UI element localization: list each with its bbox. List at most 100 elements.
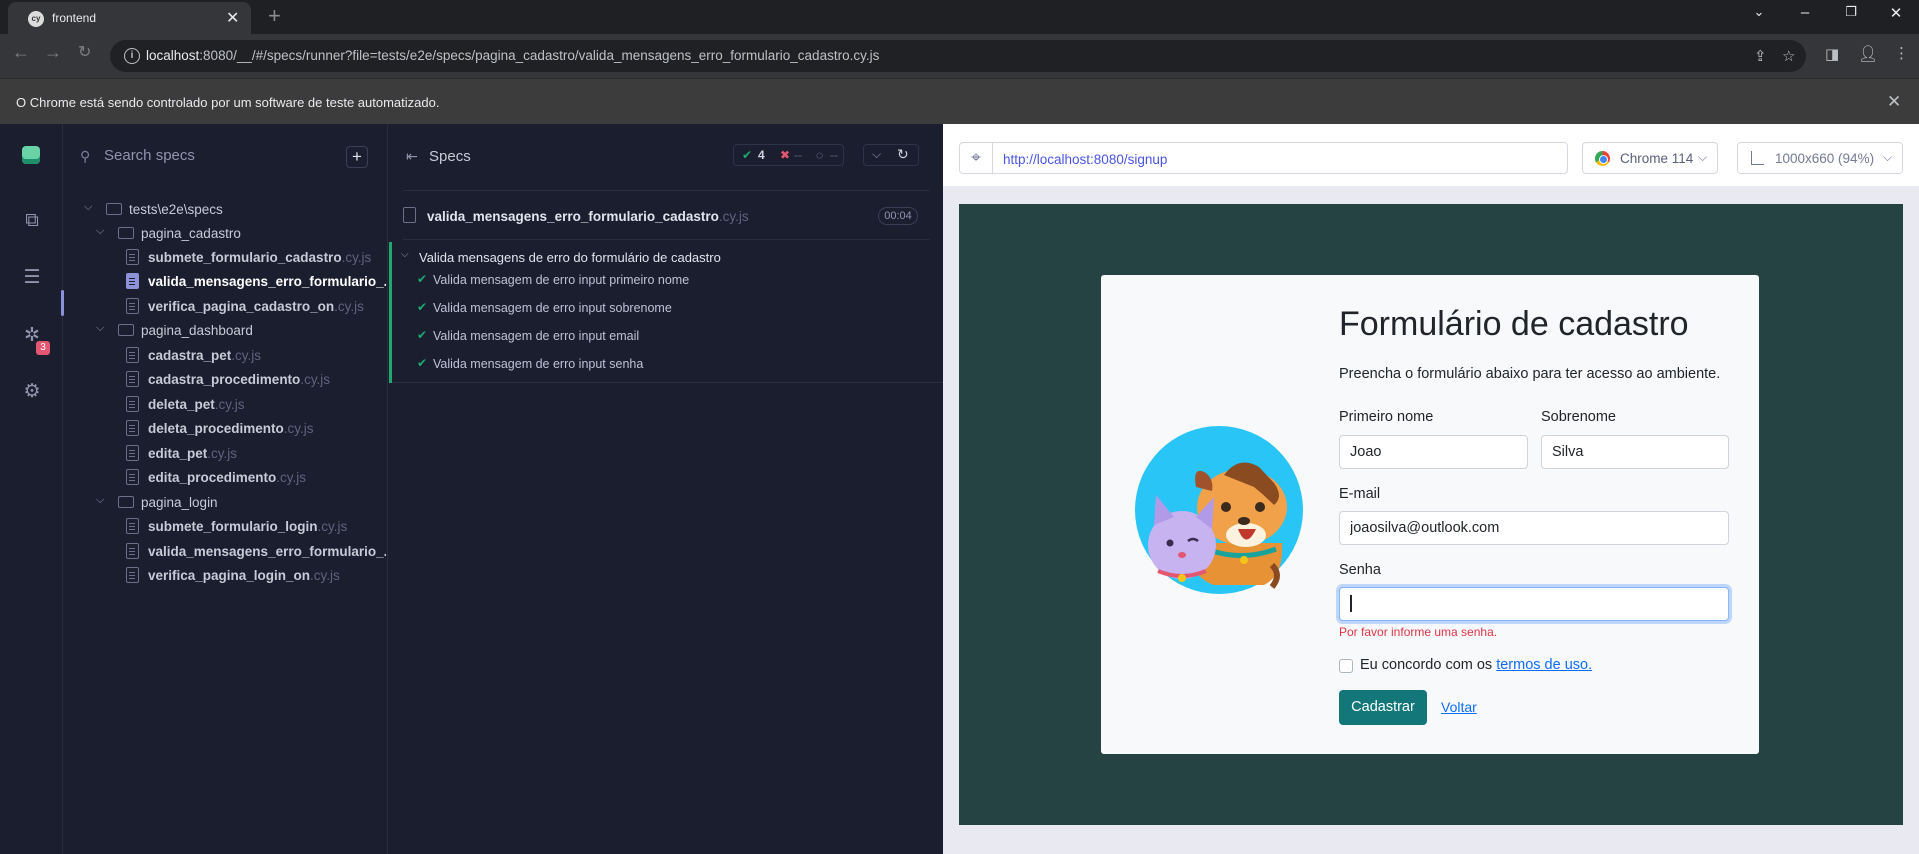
spec-file-row[interactable]: verifica_pagina_cadastro_on.cy.js — [64, 295, 386, 319]
tree-folder-pagina-cadastro[interactable]: ⌵ pagina_cadastro — [64, 222, 386, 246]
spec-file-name: submete_formulario_login — [148, 519, 318, 534]
test-title: Valida mensagem de erro input senha — [433, 357, 644, 371]
reload-icon[interactable]: ↻ — [78, 42, 91, 62]
chevron-down-icon: ⌵ — [1698, 150, 1708, 164]
cypress-logo-icon[interactable] — [22, 146, 40, 164]
pass-check-icon: ✔ — [417, 272, 428, 286]
tab-title: frontend — [52, 11, 97, 25]
site-info-icon[interactable]: i — [124, 48, 140, 64]
text-caret — [1350, 595, 1352, 612]
chevron-down-icon[interactable]: ⌵ — [872, 147, 881, 162]
search-specs-input[interactable] — [104, 147, 304, 164]
search-icon: ⚲ — [80, 148, 91, 164]
aut-url[interactable]: http://localhost:8080/signup — [992, 142, 1568, 174]
viewport-label: 1000x660 (94%) — [1775, 151, 1875, 166]
spec-file-row[interactable]: verifica_pagina_login_on.cy.js — [64, 564, 386, 588]
minimize-button[interactable]: – — [1782, 4, 1828, 21]
debug-badge: 3 — [36, 341, 50, 355]
terms-checkbox[interactable] — [1339, 659, 1353, 673]
reporter-controls: ⌵ ↻ — [863, 144, 919, 166]
test-stats: ✔ 4 ✖ -- ◌ -- — [733, 144, 844, 166]
tree-folder-root[interactable]: ⌵ tests\e2e\specs — [64, 198, 386, 222]
spec-file-row[interactable]: submete_formulario_cadastro.cy.js — [64, 246, 386, 270]
menu-kebab-icon[interactable]: ⋮ — [1894, 44, 1909, 62]
bookmark-star-icon[interactable]: ☆ — [1782, 47, 1795, 65]
spec-file-row[interactable]: edita_procedimento.cy.js — [64, 466, 386, 490]
chevron-down-icon: ⌵ — [96, 225, 105, 237]
file-icon — [126, 518, 139, 534]
add-spec-button[interactable]: + — [346, 146, 368, 168]
cat-and-dog-illustration — [1135, 426, 1303, 594]
pass-check-icon: ✔ — [417, 328, 428, 342]
selector-playground-icon[interactable]: ⌖ — [959, 142, 993, 174]
tab-search-icon[interactable]: ⌄ — [1736, 4, 1782, 20]
collapse-specs-icon[interactable]: ⇤ — [406, 148, 418, 165]
close-window-button[interactable]: ✕ — [1873, 4, 1919, 22]
back-arrow-icon[interactable]: ← — [12, 42, 30, 63]
submit-button[interactable]: Cadastrar — [1339, 690, 1427, 725]
rerun-tests-icon[interactable]: ↻ — [897, 146, 909, 163]
test-reporter: ⇤ Specs ✔ 4 ✖ -- ◌ -- ⌵ ↻ valida_mensage… — [389, 124, 943, 854]
spec-file-name: deleta_pet — [148, 397, 215, 412]
spec-file-row[interactable]: valida_mensagens_erro_formulario_... — [64, 540, 386, 564]
file-icon — [126, 298, 139, 314]
specs-list-icon[interactable]: ☰ — [19, 266, 45, 292]
test-suite[interactable]: ⌵ Valida mensagens de erro do formulário… — [389, 242, 943, 383]
folder-icon — [118, 496, 134, 508]
spec-file-row[interactable]: edita_pet.cy.js — [64, 442, 386, 466]
folder-label: tests\e2e\specs — [129, 202, 223, 217]
folder-icon — [118, 227, 134, 239]
browser-select[interactable]: Chrome 114 ⌵ — [1582, 142, 1718, 174]
new-tab-button[interactable]: + — [268, 3, 281, 29]
tab-close-icon[interactable]: ✕ — [226, 8, 239, 28]
automation-notice: O Chrome está sendo controlado por um so… — [16, 95, 440, 110]
email-field[interactable] — [1339, 511, 1729, 545]
pending-count: -- — [830, 148, 838, 162]
spec-file-ext: .cy.js — [207, 446, 238, 461]
folder-label: pagina_dashboard — [141, 323, 253, 338]
chrome-icon — [1595, 151, 1610, 166]
folder-icon — [106, 203, 122, 215]
first-name-field[interactable] — [1339, 435, 1528, 469]
back-link[interactable]: Voltar — [1441, 699, 1477, 715]
app-under-test-panel: ⌖ http://localhost:8080/signup Chrome 11… — [943, 124, 1919, 854]
spec-file-name: edita_pet — [148, 446, 208, 461]
browser-tab[interactable]: cy frontend ✕ — [8, 2, 251, 34]
spec-file-name: submete_formulario_cadastro — [148, 250, 342, 265]
last-name-field[interactable] — [1541, 435, 1729, 469]
spec-file-ext: .cy.js — [341, 250, 372, 265]
profile-icon[interactable]: 👤︎ — [1858, 44, 1878, 64]
address-bar[interactable]: i localhost:8080/__/#/specs/runner?file=… — [110, 40, 1806, 72]
last-name-label: Sobrenome — [1541, 409, 1616, 425]
spec-file-row[interactable]: cadastra_pet.cy.js — [64, 344, 386, 368]
infobar-close-icon[interactable]: ✕ — [1887, 92, 1901, 112]
spec-file-name: verifica_pagina_cadastro_on — [148, 299, 335, 314]
tree-folder-pagina-dashboard[interactable]: ⌵ pagina_dashboard — [64, 319, 386, 343]
project-icon[interactable]: ⧉ — [19, 210, 45, 236]
side-panel-icon[interactable]: ◨ — [1825, 45, 1839, 63]
pass-check-icon: ✔ — [742, 148, 753, 162]
share-icon[interactable]: ⇪ — [1754, 47, 1767, 65]
pending-spinner-icon: ◌ — [816, 148, 824, 162]
spec-file-ext: .cy.js — [300, 372, 331, 387]
terms-link[interactable]: termos de uso. — [1496, 657, 1592, 673]
url-host: localhost — [146, 48, 200, 63]
spec-file-row-active[interactable]: valida_mensagens_erro_formulario_... — [64, 270, 386, 294]
chevron-down-icon[interactable]: ⌵ — [401, 249, 409, 260]
viewport-select[interactable]: 1000x660 (94%) ⌵ — [1737, 142, 1903, 174]
file-icon — [126, 273, 139, 289]
spec-file-row[interactable]: deleta_pet.cy.js — [64, 393, 386, 417]
reporter-header: ⇤ Specs ✔ 4 ✖ -- ◌ -- ⌵ ↻ — [389, 124, 943, 190]
settings-gear-icon[interactable]: ⚙ — [19, 380, 45, 406]
restore-button[interactable]: ❐ — [1828, 4, 1874, 20]
spec-header: valida_mensagens_erro_formulario_cadastr… — [403, 190, 930, 240]
chevron-down-icon: ⌵ — [96, 494, 105, 506]
spec-file-row[interactable]: cadastra_procedimento.cy.js — [64, 368, 386, 392]
spec-file-row[interactable]: deleta_procedimento.cy.js — [64, 417, 386, 441]
forward-arrow-icon[interactable]: → — [44, 42, 62, 63]
file-icon — [126, 371, 139, 387]
tree-folder-pagina-login[interactable]: ⌵ pagina_login — [64, 491, 386, 515]
spec-file-ext: .cy.js — [317, 519, 348, 534]
password-field[interactable] — [1339, 587, 1729, 621]
spec-file-row[interactable]: submete_formulario_login.cy.js — [64, 515, 386, 539]
